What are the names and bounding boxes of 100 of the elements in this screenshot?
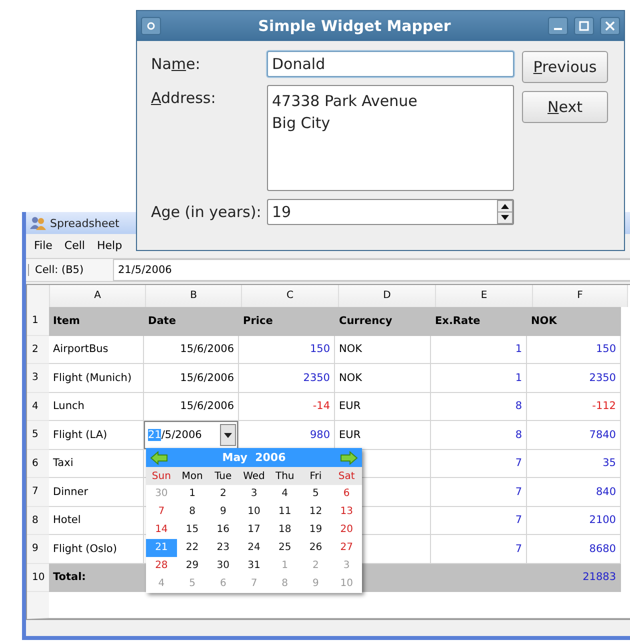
table-cell[interactable]: 8 <box>431 421 527 450</box>
row-header[interactable]: 8 <box>27 506 49 535</box>
calendar-day[interactable]: 17 <box>238 521 270 539</box>
row-header[interactable]: 9 <box>27 535 49 564</box>
calendar-day[interactable]: 3 <box>238 485 270 503</box>
table-cell[interactable]: 21883 <box>527 564 621 592</box>
table-cell[interactable]: NOK <box>527 307 621 336</box>
weekday-label: Wed <box>242 470 266 482</box>
row-header[interactable]: 10 <box>27 564 49 592</box>
calendar-day[interactable]: 5 <box>300 485 332 503</box>
calendar-day[interactable]: 9 <box>208 503 239 521</box>
calendar-day[interactable]: 11 <box>269 503 300 521</box>
table-cell[interactable]: 7 <box>431 506 527 535</box>
dropdown-icon[interactable] <box>220 424 236 446</box>
calendar-day[interactable]: 6 <box>331 485 362 503</box>
calendar-day[interactable]: 29 <box>176 557 208 575</box>
calendar-day[interactable]: 31 <box>238 557 270 575</box>
calendar-day[interactable]: 25 <box>269 539 300 557</box>
calendar-day[interactable]: 8 <box>176 503 208 521</box>
menu-item[interactable]: Cell <box>59 236 90 254</box>
nav-button[interactable]: Next <box>522 91 608 123</box>
table-cell[interactable]: EUR <box>335 392 431 421</box>
column-header[interactable]: E <box>436 285 533 307</box>
calendar-day[interactable]: 1 <box>176 485 208 503</box>
table-cell[interactable]: Hotel <box>49 506 144 535</box>
row-header[interactable]: 1 <box>27 307 49 336</box>
table-cell[interactable]: Flight (Munich) <box>49 364 144 392</box>
table-cell[interactable]: Dinner <box>49 478 144 506</box>
menu-item[interactable]: Help <box>92 236 128 254</box>
table-cell[interactable]: 2100 <box>527 506 621 535</box>
maximize-icon[interactable] <box>574 17 594 35</box>
nav-button[interactable]: Previous <box>522 51 608 83</box>
table-cell[interactable]: Ex.Rate <box>431 307 527 336</box>
calendar-day[interactable]: 4 <box>269 485 300 503</box>
date-editor[interactable]: 21/5/2006 <box>144 421 238 448</box>
table-cell[interactable]: 1 <box>431 364 527 392</box>
minimize-icon[interactable] <box>548 17 568 35</box>
column-header[interactable]: D <box>339 285 436 307</box>
table-cell[interactable]: 7 <box>431 450 527 478</box>
address-field[interactable]: 47338 Park Avenue Big City <box>267 85 514 191</box>
table-cell[interactable]: Taxi <box>49 450 144 478</box>
table-cell[interactable]: 7 <box>431 478 527 506</box>
calendar-day[interactable]: 28 <box>146 557 177 575</box>
weekday-label: Tue <box>214 470 233 482</box>
menu-item[interactable]: File <box>29 236 58 254</box>
calendar-day[interactable]: 18 <box>269 521 300 539</box>
column-header[interactable]: C <box>242 285 339 307</box>
row-header[interactable]: 7 <box>27 478 49 506</box>
table-cell[interactable]: Price <box>239 307 335 336</box>
calendar-day[interactable]: 22 <box>176 539 208 557</box>
calendar-day[interactable]: 2 <box>208 485 239 503</box>
window-menu-icon[interactable] <box>141 17 161 35</box>
table-cell[interactable]: 8 <box>431 392 527 421</box>
table-cell[interactable]: 1 <box>431 336 527 364</box>
table-cell[interactable]: -14 <box>239 392 335 421</box>
table-cell[interactable]: 15/6/2006 <box>144 364 239 392</box>
calendar-day[interactable]: 24 <box>238 539 270 557</box>
table-cell[interactable]: Lunch <box>49 392 144 421</box>
table-cell[interactable]: 7840 <box>527 421 621 450</box>
spin-arrows-icon[interactable] <box>497 200 513 224</box>
table-cell[interactable]: Currency <box>335 307 431 336</box>
table-cell[interactable]: 840 <box>527 478 621 506</box>
calendar-day[interactable]: 23 <box>208 539 239 557</box>
calendar-day[interactable]: 10 <box>238 503 270 521</box>
table-cell[interactable]: 2350 <box>527 364 621 392</box>
close-icon[interactable] <box>600 17 620 35</box>
table-cell[interactable]: 150 <box>527 336 621 364</box>
calendar-day[interactable]: 15 <box>176 521 208 539</box>
table-cell[interactable]: NOK <box>335 336 431 364</box>
row-header[interactable]: 4 <box>27 392 49 421</box>
name-field[interactable]: Donald <box>267 51 514 77</box>
calendar-day[interactable]: 13 <box>331 503 362 521</box>
table-cell[interactable]: Date <box>144 307 239 336</box>
formula-field[interactable]: 21/5/2006 <box>113 259 630 281</box>
table-cell[interactable]: NOK <box>335 364 431 392</box>
row-header[interactable]: 2 <box>27 336 49 364</box>
calendar-day[interactable]: 12 <box>300 503 332 521</box>
age-spinbox[interactable]: 19 <box>267 199 514 225</box>
table-cell[interactable]: Item <box>49 307 144 336</box>
row-header[interactable]: 5 <box>27 421 49 450</box>
table-cell[interactable]: 15/6/2006 <box>144 336 239 364</box>
column-header[interactable]: F <box>533 285 628 307</box>
calendar-day[interactable]: 14 <box>146 521 177 539</box>
column-header[interactable]: A <box>50 285 146 307</box>
row-header[interactable]: 6 <box>27 450 49 478</box>
table-cell[interactable]: Total: <box>49 564 144 592</box>
calendar-day[interactable]: 27 <box>331 539 362 557</box>
table-cell[interactable]: -112 <box>527 392 621 421</box>
row-header[interactable]: 3 <box>27 364 49 392</box>
table-cell[interactable]: 2350 <box>239 364 335 392</box>
calendar-day[interactable]: 30 <box>208 557 239 575</box>
calendar-day[interactable]: 19 <box>300 521 332 539</box>
calendar-day[interactable]: 20 <box>331 521 362 539</box>
table-cell[interactable]: 150 <box>239 336 335 364</box>
calendar-day[interactable]: 7 <box>146 503 177 521</box>
column-header[interactable]: B <box>146 285 242 307</box>
calendar-day[interactable]: 16 <box>208 521 239 539</box>
table-cell[interactable]: 35 <box>527 450 621 478</box>
table-cell[interactable]: AirportBus <box>49 336 144 364</box>
calendar-day[interactable]: 26 <box>300 539 332 557</box>
